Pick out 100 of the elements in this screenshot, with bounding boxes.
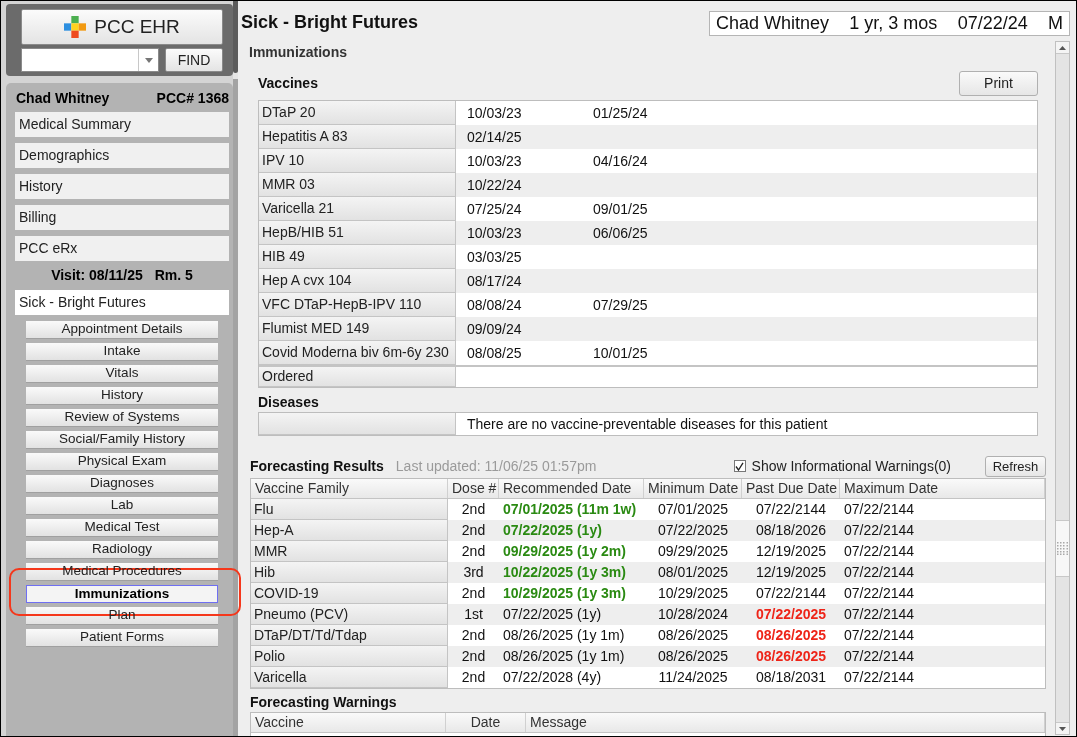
visit-nav-button[interactable]: History [26,387,218,405]
visit-nav-button[interactable]: Immunizations [26,585,218,603]
vaccine-name-cell[interactable]: Hepatitis A 83 [259,125,456,149]
vaccine-family-cell[interactable]: MMR [251,541,448,562]
recommended-date: 07/22/2028 (4y) [503,668,602,687]
vaccine-family-cell[interactable]: Polio [251,646,448,667]
visit-date: Visit: 08/11/25 [51,266,143,285]
dose-date: 09/09/24 [467,319,522,339]
vaccine-name-cell[interactable]: Flumist MED 149 [259,317,456,341]
vaccine-name-cell[interactable]: HepB/HIB 51 [259,221,456,245]
grip-icon [1057,542,1068,555]
dose-number: 2nd [461,521,486,540]
visit-nav-button[interactable]: Diagnoses [26,475,218,493]
column-header: Minimum Date [644,479,742,498]
visit-nav-button[interactable]: Appointment Details [26,321,218,339]
past-due-date: 08/26/2025 [755,647,827,666]
patient-age: 1 yr, 3 mos [849,12,938,35]
message-text: There are no vaccine-preventable diseases for this patient [467,414,828,434]
patient-name: Chad Whitney [716,12,830,35]
column-header: Maximum Date [840,479,1045,498]
recommended-date: 10/29/2025 (1y 3m) [503,584,626,603]
recommended-date: 07/22/2025 (1y) [503,521,602,540]
vaccine-family-cell[interactable]: Varicella [251,667,448,688]
dose-number: 3rd [463,563,484,582]
sidebar-item[interactable]: History [15,174,229,199]
recommended-date: 08/26/2025 (1y 1m) [503,647,625,666]
vaccine-name-cell[interactable]: Hep A cvx 104 [259,269,456,293]
past-due-date: 12/19/2025 [755,563,827,582]
checkbox[interactable] [733,460,746,472]
column-header: Message [526,713,1045,732]
scrollbar-thumb[interactable] [1056,520,1069,577]
sidebar-item[interactable]: Demographics [15,143,229,168]
vaccine-family-cell[interactable]: Hep-A [251,520,448,541]
past-due-date: 08/26/2025 [755,626,827,645]
vaccine-family-cell[interactable]: Pneumo (PCV) [251,604,448,625]
recommended-date: 09/29/2025 (1y 2m) [503,542,626,561]
vertical-scrollbar[interactable] [1055,41,1070,735]
sidebar-item[interactable]: Medical Summary [15,112,229,137]
dose-date: 10/01/25 [593,343,648,363]
dose-date: 10/03/23 [467,223,522,243]
visit-nav-button[interactable]: Vitals [26,365,218,383]
sidebar-item[interactable]: PCC eRx [15,236,229,261]
minimum-date: 07/01/2025 [657,500,729,519]
vaccine-name-cell[interactable]: Covid Moderna biv 6m-6y 230 [259,341,456,365]
dose-date: 10/22/24 [467,175,522,195]
visit-nav-button[interactable]: Physical Exam [26,453,218,471]
visit-nav-button[interactable]: Radiology [26,541,218,559]
vaccine-name-cell[interactable]: DTaP 20 [259,101,456,125]
sidebar-item[interactable]: Billing [15,205,229,230]
page-title: Sick - Bright Futures [241,11,419,33]
dose-number: 2nd [461,500,486,519]
vaccine-family-cell[interactable]: Hib [251,562,448,583]
dose-date: 06/06/25 [593,223,648,243]
maximum-date: 07/22/2144 [844,626,915,645]
maximum-date: 07/22/2144 [844,605,915,624]
caret-icon[interactable] [144,57,153,63]
vaccine-name-cell[interactable]: Varicella 21 [259,197,456,221]
vaccine-name-cell[interactable]: IPV 10 [259,149,456,173]
vaccine-family-cell[interactable]: DTaP/DT/Td/Tdap [251,625,448,646]
down-arrow-icon[interactable] [1059,726,1066,731]
recommended-date: 08/26/2025 (1y 1m) [503,626,625,645]
recommended-date: 07/01/2025 (11m 1w) [503,500,637,519]
subsection-title: Forecasting Warnings [250,693,397,712]
maximum-date: 07/22/2144 [844,563,915,582]
refresh-button[interactable]: Refresh [985,455,1046,477]
vaccine-name-cell[interactable]: HIB 49 [259,245,456,269]
up-arrow-icon[interactable] [1059,45,1066,50]
visit-item[interactable]: Sick - Bright Futures [15,290,229,315]
dose-date: 02/14/25 [467,127,522,147]
dose-number: 2nd [461,542,486,561]
vaccine-name-cell[interactable]: VFC DTaP-HepB-IPV 110 [259,293,456,317]
last-updated-text: Last updated: 11/06/25 01:57pm [395,456,597,476]
maximum-date: 07/22/2144 [844,668,915,687]
dose-date: 08/08/24 [467,295,522,315]
visit-nav-button[interactable]: Intake [26,343,218,361]
print-button[interactable]: Print [959,71,1038,96]
vaccine-name-cell[interactable]: Ordered [259,367,456,387]
dose-date: 03/03/25 [467,247,522,267]
visit-nav-button[interactable]: Patient Forms [26,629,218,647]
vaccine-family-cell[interactable]: COVID-19 [251,583,448,604]
visit-nav-button[interactable]: Lab [26,497,218,515]
past-due-date: 07/22/2025 [755,605,827,624]
maximum-date: 07/22/2144 [844,584,915,603]
colored-cross-logo-icon [64,16,87,38]
dose-number: 1st [464,605,483,624]
dose-date: 10/03/23 [467,103,522,123]
vaccine-name-cell[interactable]: MMR 03 [259,173,456,197]
find-button[interactable]: FIND [165,48,223,72]
subsection-title: Diseases [258,393,319,412]
logo-button[interactable]: PCC EHR [21,9,223,45]
dose-number: 2nd [461,626,486,645]
dose-date: 04/16/24 [593,151,648,171]
dose-date: 07/29/25 [593,295,648,315]
vaccine-family-cell[interactable]: Flu [251,499,448,520]
dose-number: 2nd [461,647,486,666]
visit-nav-button[interactable]: Review of Systems [26,409,218,427]
patient-search-combobox[interactable] [21,48,159,72]
column-header: Vaccine [251,713,446,732]
visit-nav-button[interactable]: Medical Test [26,519,218,537]
visit-nav-button[interactable]: Social/Family History [26,431,218,449]
